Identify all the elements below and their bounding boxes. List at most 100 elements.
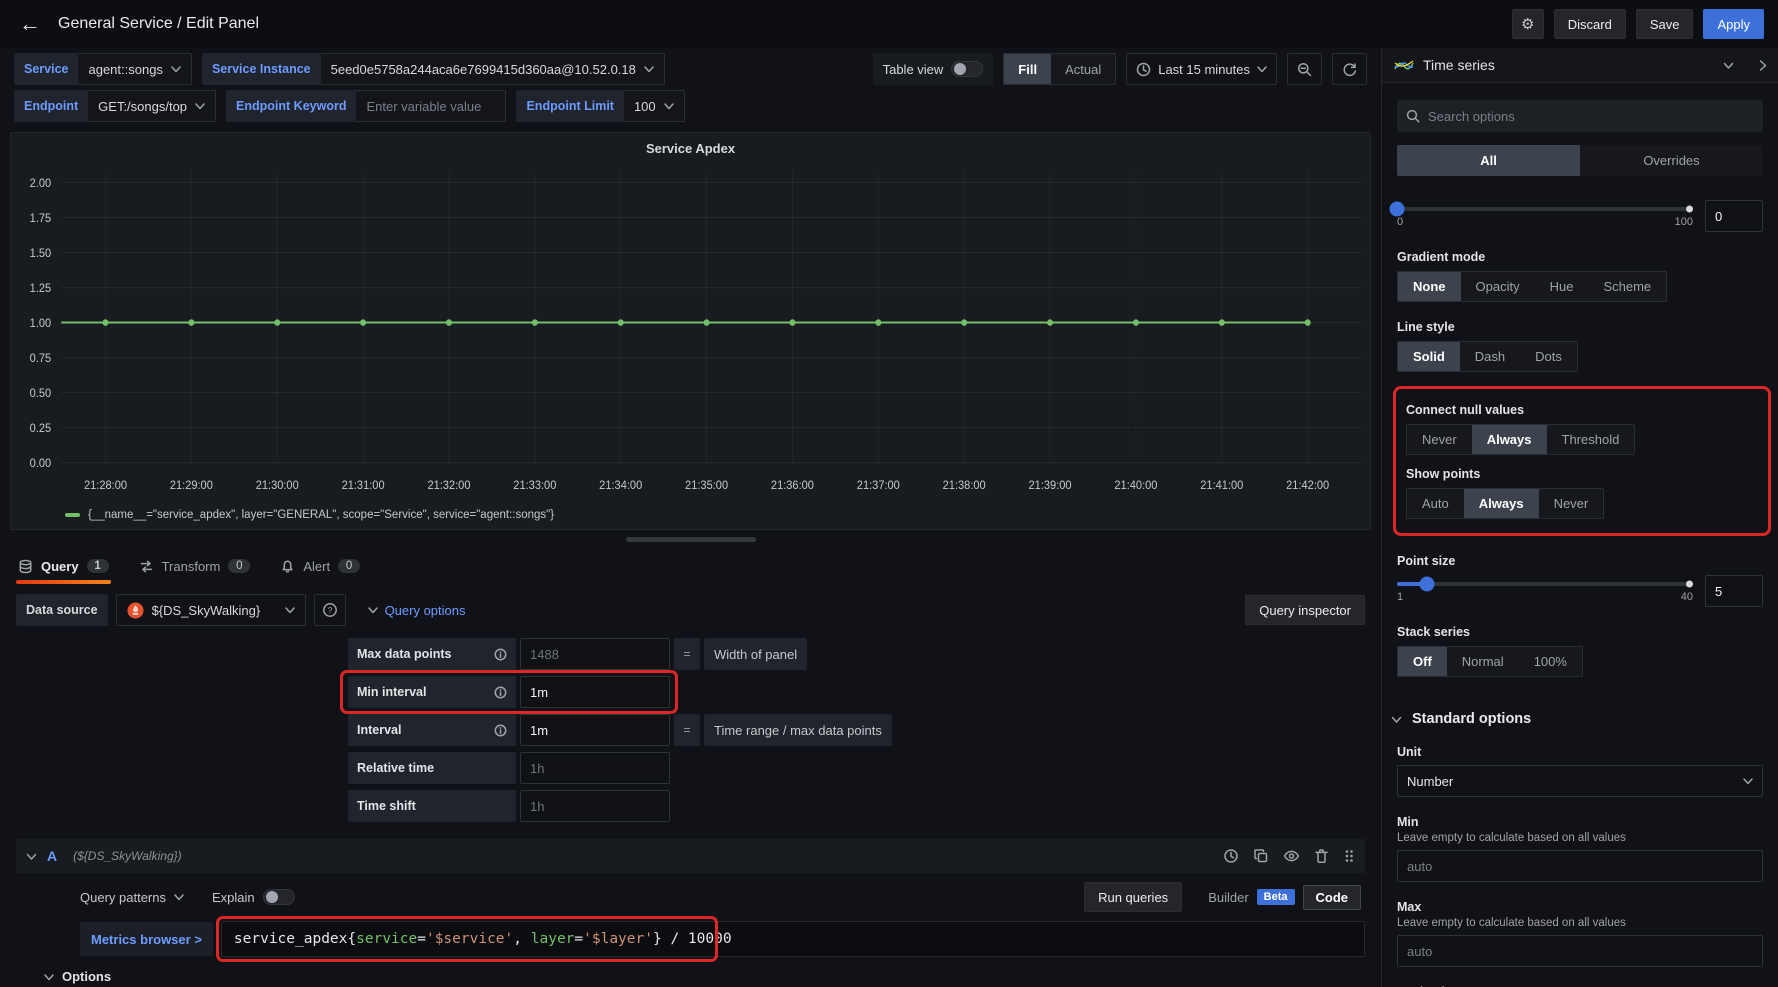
gradient-opacity[interactable]: Opacity: [1461, 272, 1535, 301]
line-dash[interactable]: Dash: [1460, 342, 1520, 371]
line-dots[interactable]: Dots: [1520, 342, 1577, 371]
tab-query[interactable]: Query1: [16, 548, 111, 584]
tab-transform[interactable]: Transform0: [137, 548, 253, 584]
time-shift-input[interactable]: 1h: [520, 790, 670, 822]
chevron-down-icon: [368, 605, 378, 615]
toggle-visibility-icon[interactable]: [1283, 848, 1300, 864]
show-points-group: Auto Always Never: [1406, 488, 1604, 519]
svg-text:21:35:00: 21:35:00: [685, 479, 728, 493]
zoom-out-button[interactable]: [1287, 53, 1322, 85]
connect-always[interactable]: Always: [1472, 425, 1547, 454]
promql-expression-input[interactable]: service_apdex{service='$service', layer=…: [221, 921, 1365, 957]
gradient-none[interactable]: None: [1398, 272, 1461, 301]
query-options-header[interactable]: Query options: [368, 603, 466, 618]
point-size-value-input[interactable]: 5: [1705, 575, 1763, 607]
panel-resize-handle[interactable]: [626, 537, 756, 542]
refresh-button[interactable]: [1332, 53, 1367, 85]
visualization-picker[interactable]: Time series: [1382, 48, 1778, 83]
unit-select[interactable]: Number: [1397, 765, 1763, 797]
gradient-scheme[interactable]: Scheme: [1588, 272, 1666, 301]
table-view-control: Table view: [873, 53, 994, 85]
max-input[interactable]: auto: [1397, 935, 1763, 967]
connect-never[interactable]: Never: [1407, 425, 1472, 454]
max-data-points-input[interactable]: 1488: [520, 638, 670, 670]
query-inspector-button[interactable]: Query inspector: [1245, 595, 1365, 625]
actual-option[interactable]: Actual: [1051, 54, 1115, 84]
collapse-sidebar-icon[interactable]: [1757, 59, 1768, 72]
explain-label: Explain: [212, 890, 255, 905]
svg-text:?: ?: [327, 605, 332, 615]
var-endpoint-limit-label: Endpoint Limit: [516, 90, 623, 122]
standard-options-section[interactable]: Standard options: [1391, 711, 1763, 727]
opacity-slider[interactable]: [1397, 207, 1693, 211]
stack-off[interactable]: Off: [1398, 647, 1447, 676]
drag-handle-icon[interactable]: [1343, 848, 1355, 864]
tab-alert[interactable]: Alert0: [278, 548, 362, 584]
chevron-down-icon: [1723, 60, 1734, 71]
tab-all[interactable]: All: [1397, 145, 1580, 176]
line-solid[interactable]: Solid: [1398, 342, 1460, 371]
datasource-picker[interactable]: ${DS_SkyWalking}: [116, 594, 306, 626]
svg-text:21:28:00: 21:28:00: [84, 479, 127, 493]
svg-text:0.25: 0.25: [30, 422, 52, 436]
query-row-header[interactable]: A (${DS_SkyWalking}): [16, 839, 1365, 873]
query-history-icon[interactable]: [1223, 848, 1239, 864]
run-queries-button[interactable]: Run queries: [1084, 882, 1182, 912]
min-interval-input[interactable]: 1m: [520, 676, 670, 708]
highlight-annotation-box: Connect null values Never Always Thresho…: [1393, 386, 1771, 536]
page-title: General Service / Edit Panel: [58, 15, 259, 33]
point-size-slider-handle[interactable]: [1419, 577, 1434, 592]
time-range-picker[interactable]: Last 15 minutes: [1126, 53, 1277, 85]
table-view-toggle[interactable]: [951, 61, 983, 77]
svg-text:21:37:00: 21:37:00: [857, 479, 900, 493]
fill-actual-group: Fill Actual: [1003, 53, 1116, 85]
code-option[interactable]: Code: [1303, 885, 1362, 910]
endpoint-keyword-input[interactable]: [356, 90, 506, 122]
relative-time-input[interactable]: 1h: [520, 752, 670, 784]
line-style-label: Line style: [1397, 320, 1763, 334]
var-service-value[interactable]: agent::songs: [78, 53, 191, 85]
opacity-slider-handle[interactable]: [1390, 202, 1405, 217]
stack-normal[interactable]: Normal: [1447, 647, 1519, 676]
chevron-down-icon: [171, 64, 181, 74]
equals-sign: =: [674, 714, 700, 746]
discard-button[interactable]: Discard: [1554, 9, 1626, 39]
connect-threshold[interactable]: Threshold: [1547, 425, 1635, 454]
points-auto[interactable]: Auto: [1407, 489, 1464, 518]
point-size-max-label: 40: [1681, 591, 1693, 603]
time-series-chart[interactable]: 0.000.250.500.751.001.251.501.752.0021:2…: [11, 158, 1370, 509]
query-options-collapse[interactable]: Options: [16, 969, 1365, 984]
apply-button[interactable]: Apply: [1703, 9, 1764, 39]
svg-text:21:38:00: 21:38:00: [943, 479, 986, 493]
query-patterns-button[interactable]: Query patterns: [80, 890, 184, 905]
var-endpoint-value[interactable]: GET:/songs/top: [88, 90, 216, 122]
panel-settings-button[interactable]: ⚙: [1512, 9, 1544, 39]
points-always[interactable]: Always: [1464, 489, 1539, 518]
show-points-label: Show points: [1406, 467, 1758, 481]
remove-query-icon[interactable]: [1314, 848, 1329, 864]
datasource-help-button[interactable]: ?: [314, 594, 346, 626]
save-button[interactable]: Save: [1636, 9, 1694, 39]
metrics-browser-button[interactable]: Metrics browser >: [80, 922, 213, 956]
back-button[interactable]: ←: [14, 8, 46, 40]
search-options-input[interactable]: Search options: [1397, 100, 1763, 132]
points-never[interactable]: Never: [1539, 489, 1604, 518]
svg-text:0.75: 0.75: [30, 352, 52, 366]
builder-option[interactable]: Builder: [1208, 890, 1248, 905]
min-input[interactable]: auto: [1397, 850, 1763, 882]
svg-text:21:29:00: 21:29:00: [170, 479, 213, 493]
duplicate-query-icon[interactable]: [1253, 848, 1269, 864]
stack-100[interactable]: 100%: [1519, 647, 1582, 676]
chart-legend[interactable]: {__name__="service_apdex", layer="GENERA…: [11, 509, 1370, 529]
opacity-max-label: 100: [1675, 216, 1693, 228]
fill-option[interactable]: Fill: [1004, 54, 1051, 84]
promql-editor-row: Metrics browser > service_apdex{service=…: [16, 921, 1365, 957]
gradient-hue[interactable]: Hue: [1535, 272, 1589, 301]
opacity-value-input[interactable]: 0: [1705, 200, 1763, 232]
var-endpoint-limit-value[interactable]: 100: [624, 90, 685, 122]
var-service-instance-value[interactable]: 5eed0e5758a244aca6e7699415d360aa@10.52.0…: [321, 53, 665, 85]
point-size-slider[interactable]: [1397, 582, 1693, 586]
prometheus-icon: [127, 602, 144, 619]
tab-overrides[interactable]: Overrides: [1580, 145, 1763, 176]
explain-toggle[interactable]: [263, 889, 295, 905]
